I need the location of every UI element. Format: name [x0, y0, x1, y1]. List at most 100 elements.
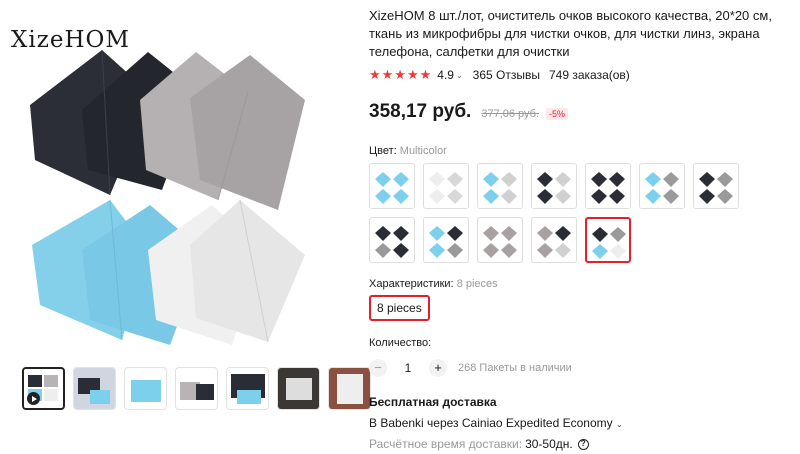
variant-cloth-swatch — [393, 226, 409, 241]
thumbnail[interactable] — [277, 367, 320, 410]
specs-value: 8 pieces — [456, 278, 498, 290]
variant-cloth-swatch — [429, 243, 445, 258]
variant-cloth-swatch — [501, 189, 517, 204]
variant-cloth-swatch — [393, 172, 409, 187]
variant-cloth-swatch — [375, 243, 391, 258]
old-price: 377,06 руб. — [481, 108, 540, 120]
variant-cloth-swatch — [429, 189, 445, 204]
color-variant-option[interactable] — [585, 163, 631, 209]
price-row: 358,17 руб. 377,06 руб. -5% — [369, 101, 794, 123]
variant-cloth-swatch — [717, 172, 733, 187]
variant-cloth-swatch — [537, 172, 553, 187]
reviews-link[interactable]: 365 Отзывы — [473, 68, 540, 82]
color-variant-option[interactable] — [693, 163, 739, 209]
rating-score: 4.9 — [437, 68, 454, 82]
variant-cloth-swatch — [555, 226, 571, 241]
variant-cloth-swatch — [663, 189, 679, 204]
help-icon[interactable]: ? — [577, 438, 589, 450]
shipping-method[interactable]: В Babenki через Cainiao Expedited Econom… — [369, 416, 794, 430]
cleaning-cloths-photo — [30, 49, 305, 345]
variant-cloth-swatch — [483, 243, 499, 258]
delivery-time: Расчётное время доставки: 30-50дн. ? — [369, 437, 794, 451]
variant-cloth-swatch — [610, 244, 626, 259]
orders-count: 749 заказа(ов) — [548, 68, 630, 82]
color-variant-option[interactable] — [531, 163, 577, 209]
specs-label: Характеристики: 8 pieces — [369, 278, 498, 290]
variant-cloth-swatch — [592, 244, 608, 259]
variant-cloth-swatch — [501, 243, 517, 258]
delivery-days: 30-50дн. — [525, 437, 573, 451]
discount-badge: -5% — [546, 108, 569, 120]
variant-preview-image — [699, 172, 733, 204]
variant-preview-image — [483, 226, 517, 258]
variant-cloth-swatch — [375, 189, 391, 204]
variant-cloth-swatch — [393, 189, 409, 204]
spec-option-8-pieces[interactable]: 8 pieces — [369, 295, 430, 321]
color-variant-option[interactable] — [531, 217, 577, 263]
variant-cloth-swatch — [717, 189, 733, 204]
color-variant-option[interactable] — [369, 217, 415, 263]
variant-cloth-swatch — [610, 227, 626, 242]
variant-preview-image — [537, 226, 571, 258]
play-icon — [27, 392, 40, 405]
chevron-down-icon[interactable]: ⌄ — [456, 71, 463, 80]
variant-cloth-swatch — [537, 226, 553, 241]
variant-cloth-swatch — [645, 189, 661, 204]
variant-cloth-swatch — [699, 189, 715, 204]
thumbnail[interactable] — [226, 367, 269, 410]
variant-cloth-swatch — [555, 172, 571, 187]
variant-cloth-swatch — [375, 226, 391, 241]
color-variant-option[interactable] — [423, 217, 469, 263]
variant-preview-image — [592, 227, 626, 259]
stock-info: 268 Пакеты в наличии — [458, 362, 572, 374]
color-value: Multicolor — [399, 145, 447, 157]
variant-cloth-swatch — [447, 172, 463, 187]
variant-cloth-swatch — [447, 226, 463, 241]
color-label: Цвет: Multicolor — [369, 145, 447, 157]
variant-preview-image — [429, 226, 463, 258]
variant-preview-image — [645, 172, 679, 204]
thumbnail[interactable] — [328, 367, 371, 410]
color-variant-grid — [369, 163, 794, 263]
variant-cloth-swatch — [555, 189, 571, 204]
variant-cloth-swatch — [555, 243, 571, 258]
variant-preview-image — [537, 172, 571, 204]
color-variant-option[interactable] — [369, 163, 415, 209]
variant-cloth-swatch — [393, 243, 409, 258]
color-variant-option[interactable] — [477, 217, 523, 263]
variant-cloth-swatch — [483, 172, 499, 187]
thumbnail[interactable] — [124, 367, 167, 410]
color-variant-option[interactable] — [477, 163, 523, 209]
main-product-image[interactable]: XizeHOM — [0, 0, 345, 356]
shipping-title: Бесплатная доставка — [369, 395, 497, 409]
thumbnail-video[interactable] — [22, 367, 65, 410]
color-variant-option[interactable] — [423, 163, 469, 209]
thumbnail[interactable] — [175, 367, 218, 410]
variant-cloth-swatch — [537, 189, 553, 204]
variant-preview-image — [483, 172, 517, 204]
variant-cloth-swatch — [501, 226, 517, 241]
increase-quantity-button[interactable]: + — [429, 359, 447, 377]
chevron-down-icon: ⌄ — [615, 420, 623, 429]
variant-preview-image — [591, 172, 625, 204]
variant-cloth-swatch — [447, 243, 463, 258]
thumbnail-strip — [22, 367, 371, 410]
decrease-quantity-button[interactable]: − — [369, 359, 387, 377]
variant-cloth-swatch — [699, 172, 715, 187]
variant-cloth-swatch — [537, 243, 553, 258]
color-variant-option[interactable] — [639, 163, 685, 209]
variant-cloth-swatch — [429, 172, 445, 187]
quantity-value[interactable]: 1 — [387, 361, 429, 375]
variant-preview-image — [375, 226, 409, 258]
variant-cloth-swatch — [609, 189, 625, 204]
variant-cloth-swatch — [663, 172, 679, 187]
brand-logo: XizeHOM — [11, 27, 130, 53]
rating-row: ★★★★★ 4.9 ⌄ 365 Отзывы 749 заказа(ов) — [369, 67, 794, 83]
variant-cloth-swatch — [591, 172, 607, 187]
variant-cloth-swatch — [483, 226, 499, 241]
thumbnail[interactable] — [73, 367, 116, 410]
variant-preview-image — [375, 172, 409, 204]
color-variant-option[interactable] — [585, 217, 631, 263]
variant-cloth-swatch — [375, 172, 391, 187]
current-price: 358,17 руб. — [369, 101, 472, 122]
